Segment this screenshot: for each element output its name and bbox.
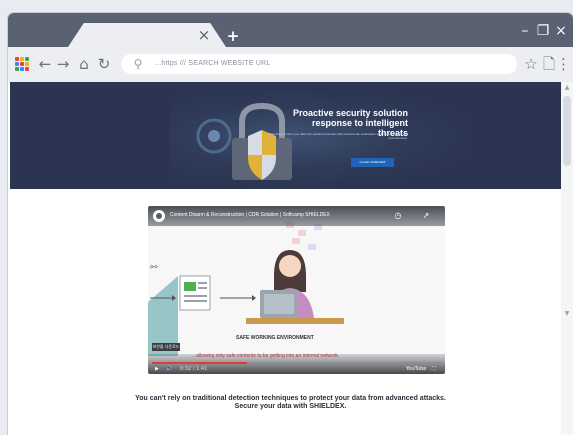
bookmark-star-icon[interactable]: ☆ — [522, 55, 540, 73]
scroll-down-icon[interactable]: ▼ — [561, 308, 573, 320]
video-time: 0:32 / 1:41 — [180, 366, 208, 372]
tab-close-icon[interactable]: × — [195, 26, 213, 44]
browser-toolbar: ← → ⌂ ↻ ⚲ ...https /// SEARCH WEBSITE UR… — [8, 47, 573, 82]
floating-file-icon — [292, 238, 300, 244]
video-player[interactable]: ⚯ Content Disarm & Reconstruction | CDR … — [148, 206, 445, 374]
channel-logo-icon — [153, 210, 165, 222]
apps-dot — [20, 67, 24, 71]
fullscreen-icon[interactable]: ⛶ — [432, 365, 436, 373]
address-bar[interactable]: ⚲ ...https /// SEARCH WEBSITE URL — [121, 54, 517, 74]
search-icon: ⚲ — [133, 57, 143, 71]
video-subtitle: ...allowing only safe contents to be get… — [192, 353, 340, 359]
hero-subtitle: Effectively protect your data from advan… — [268, 132, 408, 140]
menu-icon[interactable]: ⋮ — [556, 55, 571, 73]
document-icon — [179, 275, 211, 311]
document-line-icon — [184, 295, 207, 297]
scroll-up-icon[interactable]: ▲ — [561, 82, 573, 94]
shield-white-upper-quarter — [248, 130, 262, 155]
volume-icon[interactable]: 🔊 — [166, 365, 172, 373]
floating-file-icon — [308, 244, 316, 250]
apps-dot — [25, 62, 29, 66]
eye-pupil — [208, 130, 220, 142]
document-image-icon — [184, 282, 196, 291]
body-text-line-2: Secure your data with SHIELDEX. — [234, 403, 347, 410]
apps-grid-icon[interactable] — [15, 57, 29, 71]
clock-icon[interactable]: ◷ — [392, 210, 404, 222]
computer-screen — [264, 294, 294, 314]
chapter-label[interactable]: 보안을 다운로드 — [152, 343, 180, 351]
forward-icon[interactable]: → — [54, 55, 72, 73]
page-content: Proactive security solution response to … — [8, 82, 573, 435]
document-line-icon — [198, 282, 207, 284]
apps-dot — [15, 57, 19, 61]
back-icon[interactable]: ← — [36, 55, 54, 73]
share-icon[interactable]: ↗ — [420, 210, 432, 222]
url-placeholder[interactable]: ...https /// SEARCH WEBSITE URL — [155, 57, 271, 71]
hero-banner: Proactive security solution response to … — [10, 82, 563, 189]
play-icon[interactable]: ▶ — [155, 365, 159, 373]
restore-icon[interactable]: ❐ — [536, 22, 550, 40]
vertical-scrollbar[interactable]: ▲ ▼ — [561, 82, 573, 435]
video-illustration: ⚯ — [148, 222, 344, 356]
apps-dot — [25, 57, 29, 61]
desk-surface — [246, 318, 344, 324]
close-window-icon[interactable]: × — [554, 22, 568, 40]
link-glyph-icon: ⚯ — [150, 263, 158, 273]
apps-dot — [25, 67, 29, 71]
title-bar: × + – ❐ × — [8, 13, 573, 47]
video-title-bar: Content Disarm & Reconstruction | CDR So… — [148, 206, 445, 226]
person-face — [279, 255, 301, 277]
scroll-thumb[interactable] — [563, 96, 571, 166]
video-title[interactable]: Content Disarm & Reconstruction | CDR So… — [170, 212, 330, 219]
apps-dot — [15, 62, 19, 66]
reload-icon[interactable]: ↻ — [95, 55, 113, 73]
new-tab-icon[interactable]: + — [224, 27, 242, 45]
minimize-icon[interactable]: – — [518, 22, 532, 40]
progress-fill — [152, 362, 248, 364]
apps-dot — [20, 57, 24, 61]
home-icon[interactable]: ⌂ — [75, 55, 93, 73]
video-caption: SAFE WORKING ENVIRONMENT — [236, 335, 314, 341]
right-arrow-head — [252, 295, 256, 301]
apps-dot — [20, 62, 24, 66]
floating-file-icon — [298, 230, 306, 236]
document-line-icon — [198, 287, 207, 289]
apps-dot — [15, 67, 19, 71]
hero-contact-button[interactable]: Contact SHIELDEX — [351, 158, 394, 167]
body-text-line-1: You can't rely on traditional detection … — [135, 395, 446, 402]
youtube-logo[interactable]: YouTube — [406, 365, 426, 373]
body-text: You can't rely on traditional detection … — [108, 395, 473, 411]
document-line-icon — [184, 300, 207, 302]
browser-window: × + – ❐ × ← → ⌂ ↻ ⚲ ...https /// SEARCH … — [8, 13, 573, 435]
progress-bar[interactable] — [152, 362, 441, 364]
